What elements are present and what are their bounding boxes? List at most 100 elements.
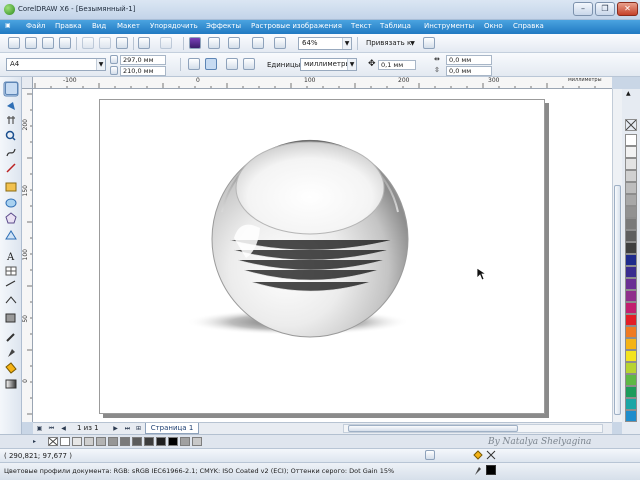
palette-color-swatch[interactable] <box>625 182 637 194</box>
next-page-icon[interactable]: ▶ <box>111 424 120 433</box>
palette-color-swatch[interactable] <box>625 218 637 230</box>
pick-tool-icon[interactable] <box>5 82 18 95</box>
shape-tool-icon[interactable] <box>5 99 18 112</box>
horizontal-ruler[interactable]: -100 0 100 200 300 миллиметры <box>33 77 612 89</box>
palette-color-swatch[interactable] <box>625 134 637 146</box>
page-tab[interactable]: Страница 1 <box>145 423 199 434</box>
document-color-swatch[interactable] <box>120 437 130 446</box>
palette-color-swatch[interactable] <box>625 170 637 182</box>
undo-icon[interactable] <box>138 37 150 49</box>
palette-color-swatch[interactable] <box>625 230 637 242</box>
polygon-tool-icon[interactable] <box>5 212 18 225</box>
cut-icon[interactable] <box>82 37 94 49</box>
page-width-field[interactable]: 297,0 мм <box>120 55 166 65</box>
rectangle-tool-icon[interactable] <box>5 181 18 194</box>
zoom-tool-icon[interactable] <box>5 129 18 142</box>
first-page-icon[interactable]: ⏮ <box>47 424 56 433</box>
horizontal-scroll-thumb[interactable] <box>348 425 518 432</box>
vertical-scrollbar[interactable] <box>612 89 622 422</box>
menu-window[interactable]: Окно <box>484 22 503 30</box>
connector-tool-icon[interactable] <box>5 295 18 308</box>
zoom-combo[interactable]: 64% ▼ <box>298 37 352 50</box>
palette-menu-icon[interactable]: ▸ <box>30 437 39 446</box>
save-icon[interactable] <box>42 37 54 49</box>
palette-color-swatch[interactable] <box>625 206 637 218</box>
zoom-page-icon[interactable]: ▣ <box>35 424 44 433</box>
new-document-icon[interactable] <box>8 37 20 49</box>
page-height-field[interactable]: 210,0 мм <box>120 66 166 76</box>
palette-color-swatch[interactable] <box>625 362 637 374</box>
palette-color-swatch[interactable] <box>625 350 637 362</box>
outline-color-swatch[interactable] <box>486 465 496 475</box>
document-color-swatch[interactable] <box>132 437 142 446</box>
maximize-button[interactable]: ❐ <box>595 2 615 16</box>
document-color-swatch[interactable] <box>192 437 202 446</box>
menu-layout[interactable]: Макет <box>117 22 140 30</box>
application-launcher-icon[interactable] <box>252 37 264 49</box>
palette-color-swatch[interactable] <box>625 266 637 278</box>
landscape-icon[interactable] <box>205 58 217 70</box>
eyedropper-icon[interactable] <box>5 331 18 344</box>
text-tool-icon[interactable] <box>5 248 18 261</box>
menu-bitmaps[interactable]: Растровые изображения <box>251 22 342 30</box>
menu-text[interactable]: Текст <box>351 22 372 30</box>
palette-color-swatch[interactable] <box>625 326 637 338</box>
palette-color-swatch[interactable] <box>625 374 637 386</box>
smart-fill-icon[interactable] <box>5 163 18 176</box>
print-icon[interactable] <box>59 37 71 49</box>
palette-color-swatch[interactable] <box>625 398 637 410</box>
palette-color-swatch[interactable] <box>625 194 637 206</box>
doc-menu-icon[interactable]: ▣ <box>5 22 11 29</box>
menu-effects[interactable]: Эффекты <box>206 22 241 30</box>
snap-to-dropdown[interactable]: Привязать к ▼ <box>362 37 418 50</box>
ellipse-tool-icon[interactable] <box>5 197 18 210</box>
document-color-swatch[interactable] <box>144 437 154 446</box>
units-dropdown[interactable]: миллиметры ▼ <box>300 58 357 71</box>
interactive-tool-icon[interactable] <box>5 312 18 325</box>
current-page-icon[interactable] <box>243 58 255 70</box>
palette-color-swatch[interactable] <box>625 302 637 314</box>
freehand-tool-icon[interactable] <box>5 147 18 160</box>
palette-color-swatch[interactable] <box>625 314 637 326</box>
paste-icon[interactable] <box>116 37 128 49</box>
palette-color-swatch[interactable] <box>625 146 637 158</box>
chevron-down-icon[interactable]: ▼ <box>96 59 105 70</box>
menu-file[interactable]: Файл <box>26 22 45 30</box>
duplicate-x-field[interactable]: 0,0 мм <box>446 55 492 65</box>
import-icon[interactable] <box>189 37 201 49</box>
glass-sphere-artwork[interactable] <box>100 100 546 415</box>
color-profile-info[interactable]: Цветовые профили документа: RGB: sRGB IE… <box>4 467 394 475</box>
status-options-icon[interactable] <box>425 450 435 460</box>
last-page-icon[interactable]: ⏭ <box>123 424 132 433</box>
vertical-ruler[interactable]: 200 150 100 50 0 <box>22 89 33 422</box>
chevron-down-icon[interactable]: ▼ <box>342 38 351 49</box>
document-color-swatch[interactable] <box>108 437 118 446</box>
palette-color-swatch[interactable] <box>625 386 637 398</box>
fill-tool-icon[interactable] <box>5 362 18 375</box>
palette-color-swatch[interactable] <box>625 290 637 302</box>
chevron-down-icon[interactable]: ▼ <box>408 38 417 49</box>
palette-color-swatch[interactable] <box>625 338 637 350</box>
copy-icon[interactable] <box>99 37 111 49</box>
document-color-swatch[interactable] <box>60 437 70 446</box>
portrait-icon[interactable] <box>188 58 200 70</box>
dimension-tool-icon[interactable] <box>5 279 18 292</box>
menu-edit[interactable]: Правка <box>55 22 82 30</box>
welcome-screen-icon[interactable] <box>274 37 286 49</box>
palette-color-swatch[interactable] <box>625 158 637 170</box>
palette-color-swatch[interactable] <box>625 410 637 422</box>
interactive-fill-icon[interactable] <box>5 378 18 391</box>
document-color-swatch[interactable] <box>156 437 166 446</box>
no-color-swatch[interactable] <box>625 119 637 131</box>
outline-pen-icon[interactable] <box>5 347 18 360</box>
redo-icon[interactable] <box>160 37 172 49</box>
paper-size-dropdown[interactable]: A4 ▼ <box>6 58 106 71</box>
publish-pdf-icon[interactable] <box>228 37 240 49</box>
nudge-distance-field[interactable]: 0,1 мм <box>378 60 416 70</box>
menu-view[interactable]: Вид <box>92 22 106 30</box>
close-button[interactable]: ✕ <box>617 2 638 16</box>
crop-tool-icon[interactable] <box>5 114 18 127</box>
menu-help[interactable]: Справка <box>513 22 544 30</box>
ruler-origin[interactable] <box>22 77 33 89</box>
basic-shapes-icon[interactable] <box>5 229 18 242</box>
